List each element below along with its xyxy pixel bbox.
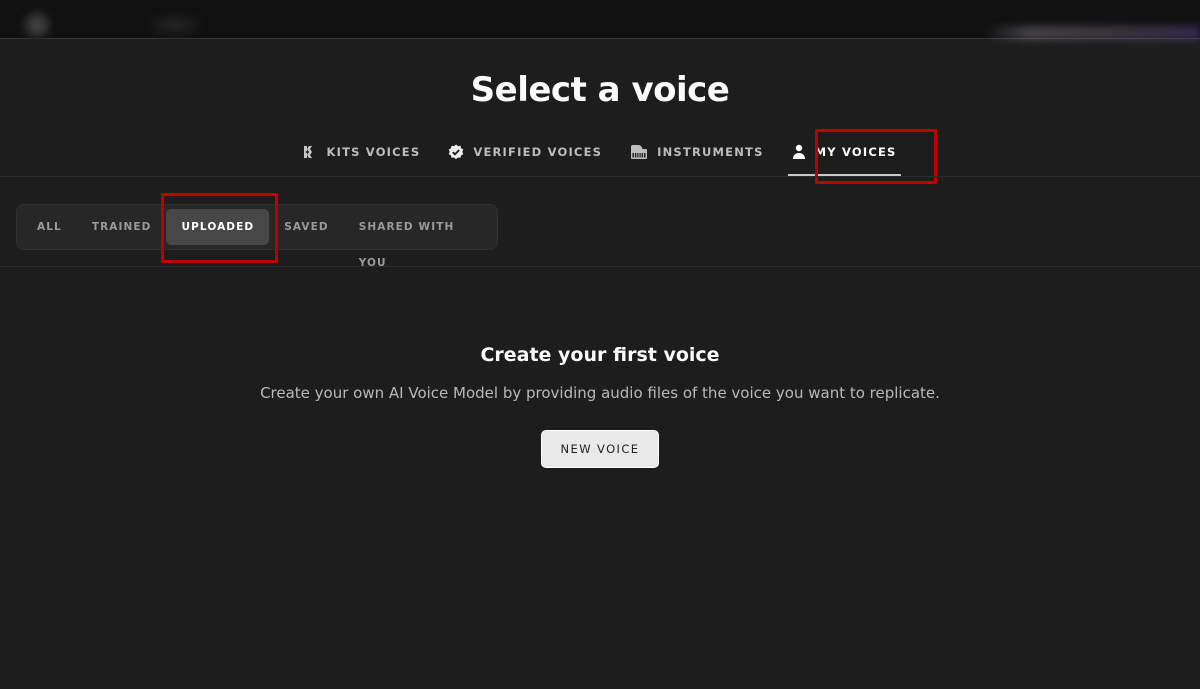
piano-icon <box>630 144 648 160</box>
top-bar <box>0 0 1200 40</box>
tab-verified-voices[interactable]: VERIFIED VOICES <box>434 138 616 166</box>
user-icon <box>792 144 806 160</box>
tab-label: VERIFIED VOICES <box>473 145 603 159</box>
empty-state-heading: Create your first voice <box>480 344 720 366</box>
logo-icon[interactable] <box>22 10 52 40</box>
filter-divider <box>0 266 1200 267</box>
subtab-shared-with-you[interactable]: SHARED WITH YOU <box>344 209 492 269</box>
empty-state-description: Create your own AI Voice Model by provid… <box>260 384 940 402</box>
tab-label: INSTRUMENTS <box>657 145 764 159</box>
tabs-divider <box>0 176 1200 177</box>
nav-placeholder <box>150 14 200 36</box>
subtab-all[interactable]: ALL <box>22 209 77 245</box>
subtab-saved[interactable]: SAVED <box>269 209 344 245</box>
tab-kits-voices[interactable]: KITS VOICES <box>289 138 434 166</box>
verified-badge-icon <box>448 144 464 160</box>
highlight-box-uploaded <box>161 193 278 263</box>
tab-label: KITS VOICES <box>326 145 421 159</box>
kits-logo-icon <box>303 145 317 159</box>
voice-category-tabs: KITS VOICES VERIFIED VOICES INSTRUMENTS … <box>0 138 1200 176</box>
tab-instruments[interactable]: INSTRUMENTS <box>616 138 777 166</box>
empty-state: Create your first voice Create your own … <box>0 344 1200 468</box>
top-bar-glow <box>985 26 1200 40</box>
new-voice-button[interactable]: NEW VOICE <box>540 430 660 468</box>
subtab-trained[interactable]: TRAINED <box>77 209 167 245</box>
page-title: Select a voice <box>470 70 730 110</box>
